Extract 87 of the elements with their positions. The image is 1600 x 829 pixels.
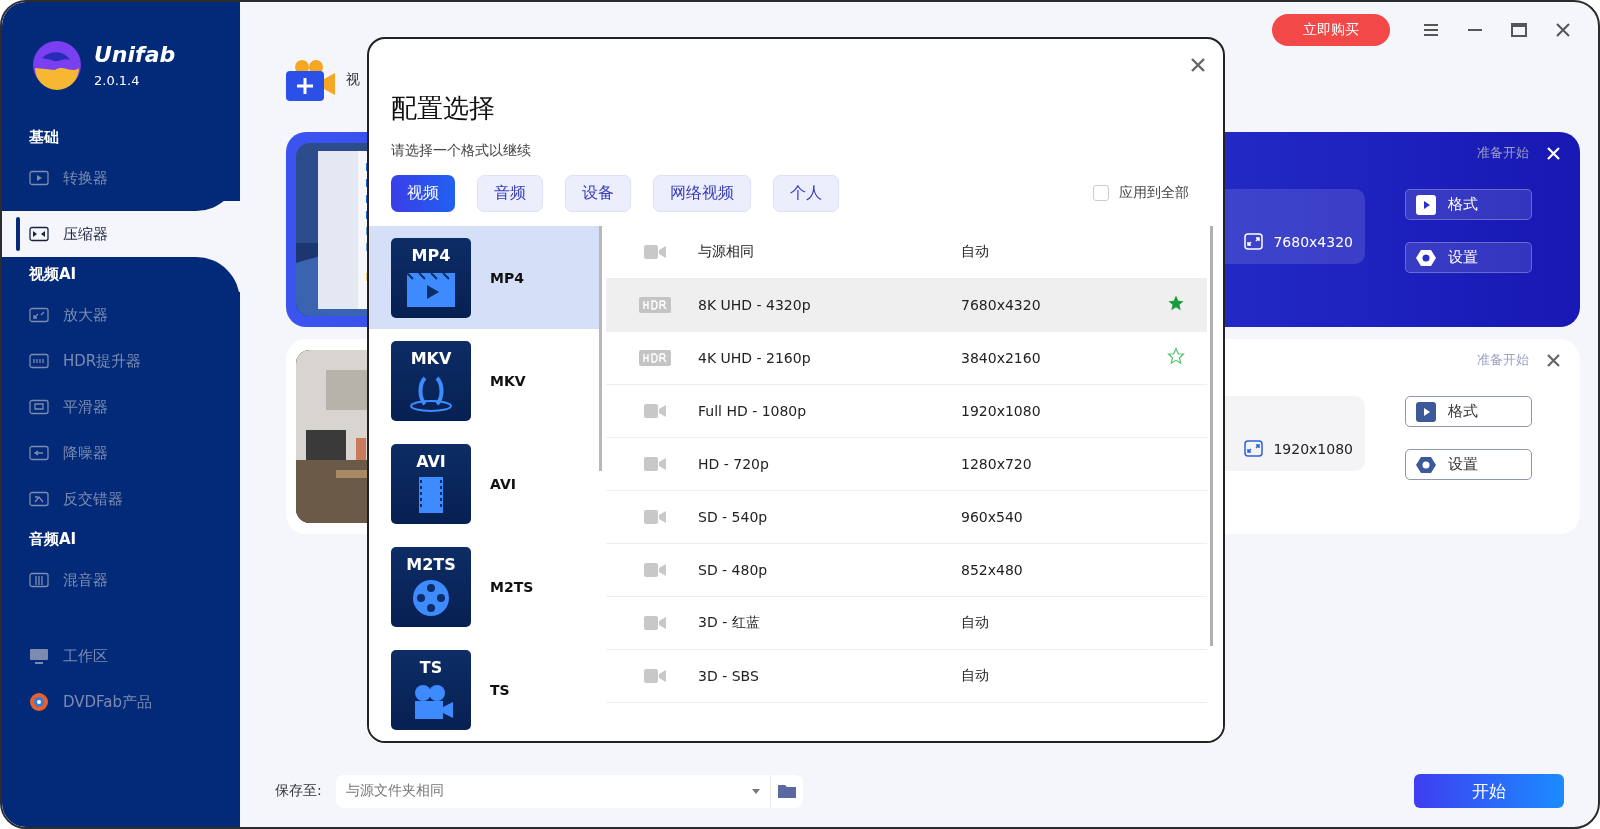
format-tile: M2TS <box>391 546 471 627</box>
film-reel-icon <box>411 577 451 618</box>
video-camera-icon <box>644 510 666 524</box>
selection-bar <box>16 217 20 251</box>
video-camera-icon <box>644 616 666 630</box>
profile-name: Full HD - 1080p <box>698 403 808 419</box>
profile-row[interactable]: 8K UHD - 4320p 7680x4320 <box>606 279 1207 332</box>
deinterlace-icon <box>29 491 49 507</box>
close-icon[interactable] <box>1547 353 1560 367</box>
profile-resolution: 852x480 <box>961 562 1024 578</box>
category-tab[interactable]: 音频 <box>477 174 543 212</box>
start-button[interactable]: 开始 <box>1414 774 1564 808</box>
expand-icon <box>29 307 49 323</box>
profile-name: 4K UHD - 2160p <box>698 350 812 366</box>
resolution-text: 1920x1080 <box>1273 441 1353 457</box>
settings-icon <box>1416 454 1436 475</box>
logo-icon <box>32 40 82 90</box>
settings-button[interactable]: 设置 <box>1405 242 1532 273</box>
video-camera-icon <box>644 669 666 683</box>
star-outline-icon[interactable] <box>1167 347 1185 365</box>
app-version: 2.0.1.4 <box>94 73 141 88</box>
format-button[interactable]: 格式 <box>1405 189 1532 220</box>
video-camera-icon <box>644 563 666 577</box>
profile-resolution: 自动 <box>961 614 990 632</box>
category-tab[interactable]: 视频 <box>391 174 455 212</box>
play-icon <box>29 170 49 186</box>
format-tile: MKV <box>391 340 471 421</box>
resolution-text: 7680x4320 <box>1273 234 1353 250</box>
task-status: 准备开始 <box>1477 351 1529 369</box>
format-tile: MP4 <box>391 237 471 318</box>
profile-resolution: 1920x1080 <box>961 403 1042 419</box>
profile-resolution: 960x540 <box>961 509 1024 525</box>
compress-icon <box>29 226 49 242</box>
category-tab[interactable]: 设备 <box>565 174 631 212</box>
smooth-icon <box>29 399 49 415</box>
folder-icon <box>777 784 796 798</box>
play-icon <box>1416 401 1436 422</box>
profile-resolution: 3840x2160 <box>961 350 1042 366</box>
folder-button[interactable] <box>769 774 803 808</box>
dialog-subtitle: 请选择一个格式以继续 <box>391 142 532 160</box>
section-title: 基础 <box>28 127 60 148</box>
profile-resolution: 自动 <box>961 667 990 685</box>
profile-resolution: 自动 <box>961 243 990 261</box>
section-title: 视频AI <box>28 264 78 285</box>
section-title: 音频AI <box>28 529 78 550</box>
format-tile: TS <box>391 649 471 730</box>
play-icon <box>1416 194 1436 215</box>
mixer-icon <box>29 572 49 588</box>
save-label: 保存至: <box>275 782 322 800</box>
profile-resolution: 7680x4320 <box>961 297 1042 313</box>
monitor-icon <box>29 647 49 665</box>
app-name: Unifab <box>94 42 176 67</box>
task-status: 准备开始 <box>1477 144 1529 162</box>
profile-name: 8K UHD - 4320p <box>698 297 812 313</box>
settings-button[interactable]: 设置 <box>1405 449 1532 480</box>
video-camera-icon <box>644 457 666 471</box>
format-item[interactable]: MP4 MP4 <box>369 226 602 329</box>
video-camera-icon <box>644 404 666 418</box>
resolution-icon <box>1244 440 1264 457</box>
save-path-dropdown[interactable]: 与源文件夹相同 <box>335 774 770 808</box>
settings-icon <box>1416 247 1436 268</box>
profile-name: SD - 480p <box>698 562 769 578</box>
add-video-icon[interactable] <box>286 59 336 101</box>
format-tile: AVI <box>391 443 471 524</box>
profile-name: 3D - SBS <box>698 668 760 684</box>
hdr-icon <box>639 350 671 366</box>
disc-icon <box>29 692 49 712</box>
dialog-title: 配置选择 <box>391 92 496 125</box>
star-icon[interactable] <box>1167 294 1185 312</box>
profile-name: SD - 540p <box>698 509 769 525</box>
apply-all-label: 应用到全部 <box>1119 184 1189 202</box>
resolution-icon <box>1244 233 1264 250</box>
hdr-icon <box>29 353 49 369</box>
profile-resolution: 1280x720 <box>961 456 1033 472</box>
video-camera-icon <box>644 245 666 259</box>
hdr-icon <box>639 297 671 313</box>
denoise-icon <box>29 445 49 461</box>
profile-name: HD - 720p <box>698 456 770 472</box>
category-tab[interactable]: 网络视频 <box>653 174 751 212</box>
buy-button[interactable]: 立即购买 <box>1272 14 1390 46</box>
add-video-label[interactable]: 视 <box>346 71 360 89</box>
category-tab[interactable]: 个人 <box>773 174 839 212</box>
caret-icon <box>751 788 760 794</box>
profile-name: 3D - 红蓝 <box>698 614 761 632</box>
format-button[interactable]: 格式 <box>1405 396 1532 427</box>
profile-name: 与源相同 <box>698 243 755 261</box>
apply-all-checkbox[interactable] <box>1093 185 1109 201</box>
